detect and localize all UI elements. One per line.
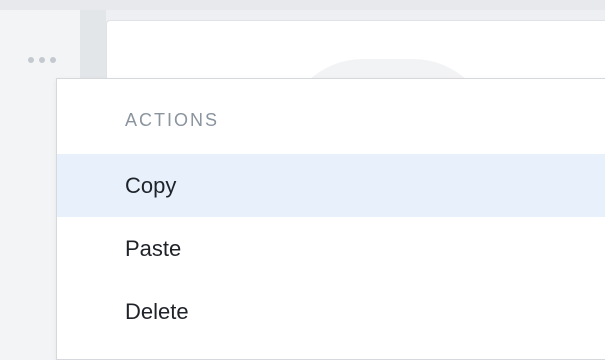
menu-item-delete[interactable]: Delete	[57, 280, 605, 343]
menu-item-paste[interactable]: Paste	[57, 217, 605, 280]
menu-item-copy[interactable]: Copy	[57, 154, 605, 217]
menu-item-label: Delete	[125, 298, 189, 324]
app-stage: ACTIONS Copy Paste Delete	[0, 0, 605, 360]
actions-dropdown-menu: ACTIONS Copy Paste Delete	[56, 78, 605, 360]
menu-item-label: Paste	[125, 235, 182, 261]
more-options-button[interactable]	[14, 44, 70, 76]
menu-heading: ACTIONS	[125, 110, 220, 130]
top-band	[0, 0, 605, 10]
menu-item-label: Copy	[125, 172, 177, 198]
ellipsis-horizontal-icon	[28, 57, 56, 63]
